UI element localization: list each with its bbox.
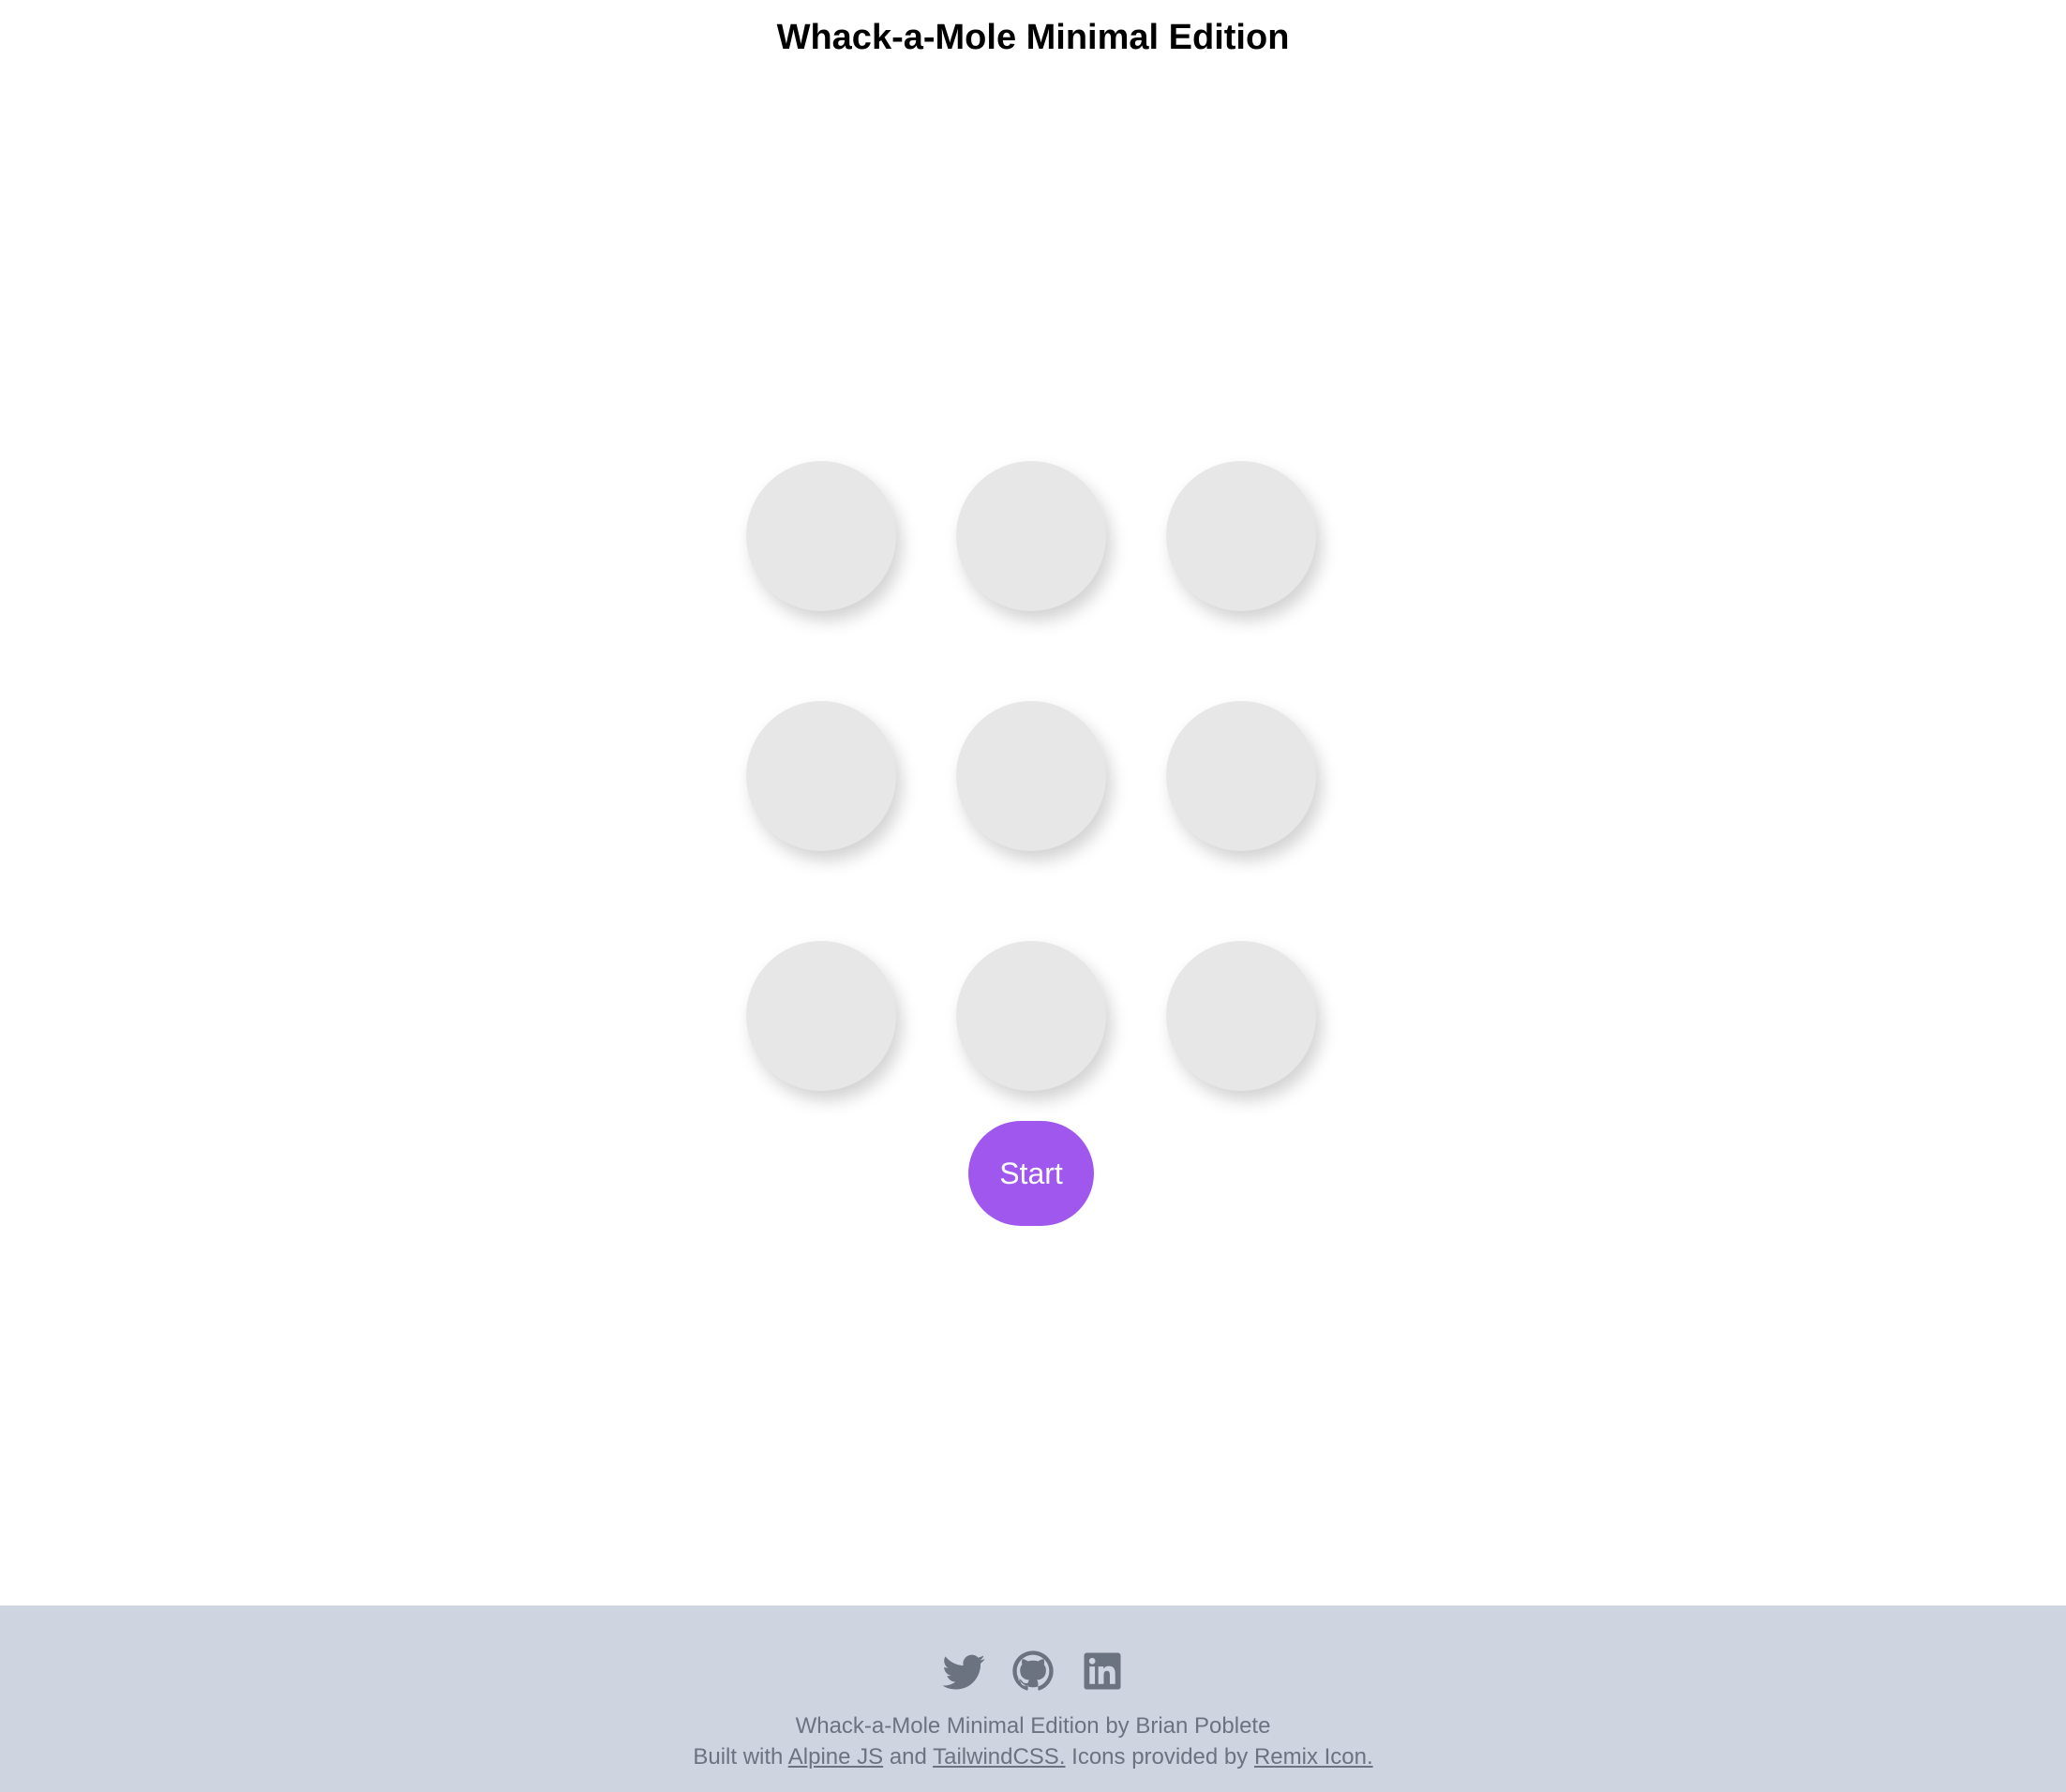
built-with-line: Built with Alpine JS and TailwindCSS. Ic… <box>0 1741 2066 1772</box>
linkedin-icon <box>1084 1652 1121 1690</box>
mole-hole-7[interactable] <box>746 941 896 1091</box>
icons-provided-text: Icons provided by <box>1071 1744 1249 1770</box>
social-links <box>0 1647 2066 1695</box>
mole-hole-1[interactable] <box>746 461 896 611</box>
twitter-link[interactable] <box>939 1647 988 1695</box>
footer-credit: Whack-a-Mole Minimal Edition by Brian Po… <box>0 1710 2066 1772</box>
mole-hole-4[interactable] <box>746 701 896 851</box>
start-button[interactable]: Start <box>968 1121 1094 1226</box>
game-board <box>746 461 1320 1093</box>
mole-hole-3[interactable] <box>1166 461 1316 611</box>
twitter-icon <box>942 1654 985 1690</box>
mole-hole-5[interactable] <box>956 701 1106 851</box>
page-title: Whack-a-Mole Minimal Edition <box>776 18 1290 57</box>
linkedin-link[interactable] <box>1078 1647 1127 1695</box>
tailwindcss-link[interactable]: TailwindCSS. <box>933 1744 1065 1770</box>
mole-hole-2[interactable] <box>956 461 1106 611</box>
footer: Whack-a-Mole Minimal Edition by Brian Po… <box>0 1605 2066 1792</box>
mole-hole-8[interactable] <box>956 941 1106 1091</box>
github-link[interactable] <box>1009 1647 1057 1695</box>
and-text: and <box>889 1744 927 1770</box>
remix-icon-link[interactable]: Remix Icon. <box>1254 1744 1373 1770</box>
page: Whack-a-Mole Minimal Edition Start Whack… <box>0 0 2066 1792</box>
credit-line: Whack-a-Mole Minimal Edition by Brian Po… <box>795 1713 1271 1739</box>
built-with-prefix: Built with <box>693 1744 784 1770</box>
github-icon <box>1012 1650 1054 1691</box>
mole-hole-9[interactable] <box>1166 941 1316 1091</box>
mole-hole-6[interactable] <box>1166 701 1316 851</box>
alpine-js-link[interactable]: Alpine JS <box>788 1744 883 1770</box>
